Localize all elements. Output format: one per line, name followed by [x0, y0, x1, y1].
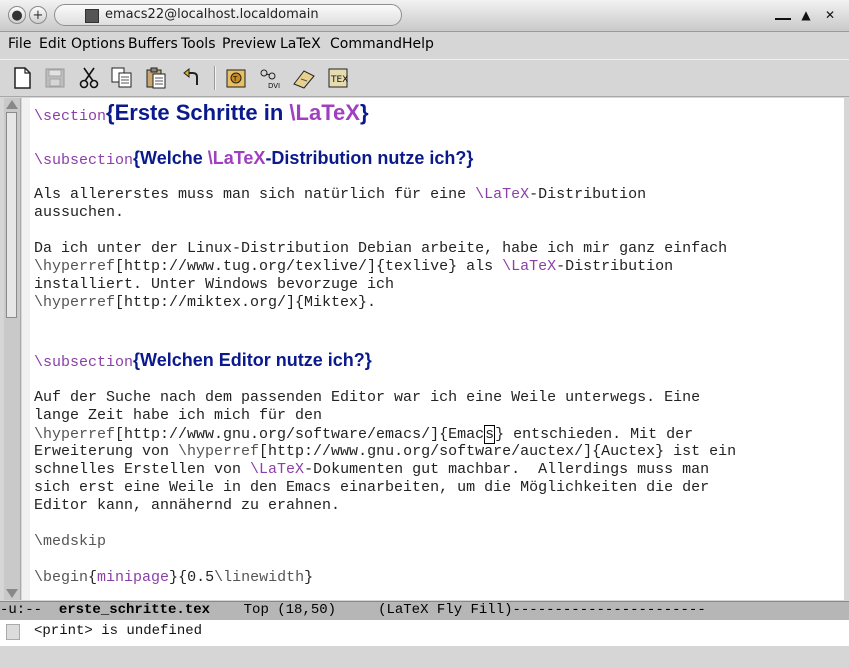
scroll-up-icon[interactable] — [6, 100, 18, 109]
subsection-line-2: \subsection{Welchen Editor nutze ich?} — [34, 350, 372, 371]
text-line: Erweiterung von \hyperref[http://www.gnu… — [34, 443, 737, 460]
latex-lion-icon[interactable]: T — [224, 66, 248, 90]
svg-text:TEX: TEX — [330, 75, 348, 85]
minimize-button[interactable] — [775, 8, 791, 20]
undo-icon[interactable] — [180, 66, 204, 90]
medskip-line: \medskip — [34, 533, 107, 550]
close-button[interactable]: ✕ — [822, 8, 838, 22]
menu-edit[interactable]: Edit — [39, 36, 66, 52]
save-icon[interactable] — [43, 66, 67, 90]
subsection-title-1: {Welche \LaTeX-Distribution nutze ich?} — [133, 148, 474, 168]
left-fringe — [22, 98, 30, 600]
tex-file-icon[interactable]: TEX — [326, 66, 350, 90]
mode-line[interactable]: -u:-- erste_schritte.tex Top (18,50) (La… — [0, 601, 849, 620]
scroll-down-icon[interactable] — [6, 589, 18, 598]
text-line: Editor kann, annähernd zu erahnen. — [34, 497, 341, 514]
toolbar-separator — [214, 66, 216, 90]
subsection-command: \subsection — [34, 152, 134, 169]
cut-icon[interactable] — [77, 66, 101, 90]
subsection-command: \subsection — [34, 354, 134, 371]
menu-help[interactable]: Help — [402, 36, 434, 52]
text-line: sich erst eine Weile in den Emacs einarb… — [34, 479, 710, 496]
minibuffer-icon — [6, 624, 20, 640]
title-pill[interactable]: emacs22@localhost.localdomain — [54, 4, 402, 26]
text-line: \hyperref[http://www.gnu.org/software/em… — [34, 425, 694, 444]
echo-area[interactable]: <print> is undefined — [0, 620, 849, 646]
subsection-title-2: {Welchen Editor nutze ich?} — [133, 350, 372, 370]
maximize-button[interactable]: ▲ — [798, 8, 814, 22]
buffer-name: erste_schritte.tex — [58, 602, 211, 618]
menu-latex[interactable]: LaTeX — [280, 36, 321, 52]
text-line: Als allererstes muss man sich natürlich … — [34, 186, 647, 203]
toolbar: T DVI TEX — [0, 59, 849, 97]
text-line: \hyperref[http://www.tug.org/texlive/]{t… — [34, 258, 674, 275]
menu-preview[interactable]: Preview — [222, 36, 277, 52]
subsection-line-1: \subsection{Welche \LaTeX-Distribution n… — [34, 148, 473, 169]
text-line: schnelles Erstellen von \LaTeX-Dokumente… — [34, 461, 710, 478]
copy-icon[interactable] — [110, 66, 134, 90]
section-title: {Erste Schritte in \LaTeX} — [106, 100, 369, 125]
section-line: \section{Erste Schritte in \LaTeX} — [34, 100, 369, 126]
dvi-icon[interactable]: DVI — [258, 66, 282, 90]
window-menu-button[interactable]: ● — [8, 6, 26, 24]
menu-buffers[interactable]: Buffers — [128, 36, 178, 52]
text-line: \hyperref[http://miktex.org/]{Miktex}. — [34, 294, 377, 311]
sticky-button[interactable]: + — [29, 6, 47, 24]
menu-bar: File Edit Options Buffers Tools Preview … — [0, 32, 849, 58]
menu-tools[interactable]: Tools — [181, 36, 216, 52]
scrollbar-thumb[interactable] — [6, 112, 17, 318]
svg-text:DVI: DVI — [268, 82, 280, 89]
menu-command[interactable]: Command — [330, 36, 402, 52]
menu-options[interactable]: Options — [71, 36, 125, 52]
paste-icon[interactable] — [144, 66, 168, 90]
window-title: emacs22@localhost.localdomain — [105, 7, 319, 22]
title-bar: ● + emacs22@localhost.localdomain ▲ ✕ — [0, 0, 849, 32]
section-command: \section — [34, 108, 107, 125]
menu-file[interactable]: File — [8, 36, 31, 52]
text-line: Auf der Suche nach dem passenden Editor … — [34, 389, 701, 406]
editor-area[interactable]: \section{Erste Schritte in \LaTeX} \subs… — [22, 98, 844, 600]
begin-line: \begin{minipage}{0.5\linewidth} — [34, 569, 314, 586]
cursor-position: Top (18,50) — [210, 602, 379, 618]
text-cursor: s — [484, 425, 496, 444]
vertical-scrollbar[interactable] — [4, 98, 21, 600]
text-line: Da ich unter der Linux-Distribution Debi… — [34, 240, 728, 257]
text-line: installiert. Unter Windows bevorzuge ich — [34, 276, 395, 293]
text-line: aussuchen. — [34, 204, 125, 221]
svg-text:T: T — [232, 75, 238, 83]
major-mode: (LaTeX Fly Fill) — [378, 602, 513, 618]
echo-message: <print> is undefined — [34, 623, 203, 639]
terminal-icon — [85, 9, 99, 23]
view-icon[interactable] — [292, 66, 316, 90]
new-file-icon[interactable] — [10, 66, 34, 90]
text-line: lange Zeit habe ich mich für den — [34, 407, 323, 424]
